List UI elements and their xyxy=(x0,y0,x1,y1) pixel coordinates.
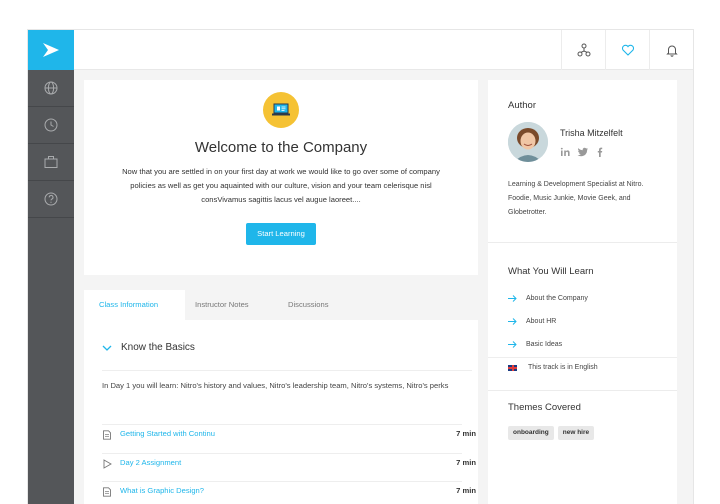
play-icon xyxy=(103,459,112,469)
chevron-down-icon xyxy=(102,345,112,351)
network-button[interactable] xyxy=(561,30,605,70)
author-bio: Learning & Development Specialist at Nit… xyxy=(508,181,644,216)
item-duration: 7 min xyxy=(456,429,476,438)
welcome-card: Welcome to the Company Now that you are … xyxy=(84,80,478,275)
learn-item[interactable]: About the Company xyxy=(508,295,588,302)
tab-instructor-notes[interactable]: Instructor Notes xyxy=(180,290,264,320)
learn-item[interactable]: Basic Ideas xyxy=(508,341,562,348)
learning-outcomes-card: What You Will Learn About the Company Ab… xyxy=(488,242,677,390)
notifications-button[interactable] xyxy=(649,30,693,70)
document-icon xyxy=(103,487,111,497)
globe-icon xyxy=(44,81,58,95)
author-heading: Author xyxy=(508,100,536,111)
section-header[interactable]: Know the Basics xyxy=(102,342,195,353)
themes-card: Themes Covered onboarding new hire xyxy=(488,390,677,504)
section-description: In Day 1 you will learn: Nitro's history… xyxy=(102,370,472,394)
learn-item-label: Basic Ideas xyxy=(526,341,563,348)
learn-item[interactable]: About HR xyxy=(508,318,556,325)
help-icon xyxy=(44,192,58,206)
bell-icon xyxy=(665,45,678,57)
item-duration: 7 min xyxy=(456,486,476,495)
tab-bar: Class Information Instructor Notes Discu… xyxy=(84,290,478,320)
author-card: Author Trisha Mitzelfelt Learning & Deve… xyxy=(488,80,677,243)
item-title[interactable]: Day 2 Assignment xyxy=(120,458,181,467)
linkedin-icon[interactable] xyxy=(560,144,572,156)
facebook-icon[interactable] xyxy=(594,144,606,157)
section-title: Know the Basics xyxy=(121,342,195,353)
learn-item-label: About HR xyxy=(526,318,557,325)
list-item[interactable]: What is Graphic Design? 7 min xyxy=(102,481,476,499)
heart-icon xyxy=(621,44,634,56)
social-links xyxy=(560,144,611,157)
app-window: Welcome to the Company Now that you are … xyxy=(28,30,693,504)
language-note: This track is in English xyxy=(508,364,598,371)
arrow-right-icon xyxy=(508,295,517,302)
logo-arrow-icon xyxy=(43,43,59,57)
uk-flag-icon xyxy=(508,364,517,371)
sidebar xyxy=(28,30,74,504)
twitter-icon[interactable] xyxy=(577,144,589,157)
top-bar xyxy=(74,30,693,70)
arrow-right-icon xyxy=(508,318,517,325)
divider xyxy=(488,357,677,358)
start-learning-button[interactable]: Start Learning xyxy=(246,223,316,245)
avatar[interactable] xyxy=(508,122,548,162)
sidebar-item-help[interactable] xyxy=(28,181,74,218)
briefcase-icon xyxy=(44,156,58,168)
sidebar-item-history[interactable] xyxy=(28,107,74,144)
logo[interactable] xyxy=(28,30,74,70)
arrow-right-icon xyxy=(508,341,517,348)
network-icon xyxy=(577,43,590,57)
sidebar-item-jobs[interactable] xyxy=(28,144,74,181)
tab-class-information[interactable]: Class Information xyxy=(84,290,185,320)
item-title[interactable]: Getting Started with Continu xyxy=(120,429,215,438)
list-item[interactable]: Getting Started with Continu 7 min xyxy=(102,424,476,442)
language-label: This track is in English xyxy=(528,364,598,371)
document-icon xyxy=(103,430,111,440)
author-photo xyxy=(508,122,548,162)
favorites-button[interactable] xyxy=(605,30,649,70)
clock-icon xyxy=(44,118,58,132)
tab-discussions[interactable]: Discussions xyxy=(273,290,344,320)
theme-tags: onboarding new hire xyxy=(508,426,598,440)
list-item[interactable]: Day 2 Assignment 7 min xyxy=(102,453,476,471)
welcome-title: Welcome to the Company xyxy=(194,139,368,156)
author-name: Trisha Mitzelfelt xyxy=(560,128,623,138)
welcome-body: Now that you are settled in on your firs… xyxy=(122,167,440,204)
learn-heading: What You Will Learn xyxy=(508,266,594,277)
course-badge xyxy=(263,92,299,128)
tag-chip[interactable]: onboarding xyxy=(508,426,554,440)
item-title[interactable]: What is Graphic Design? xyxy=(120,486,204,495)
themes-heading: Themes Covered xyxy=(508,402,581,413)
lesson-panel: Know the Basics In Day 1 you will learn:… xyxy=(84,320,478,504)
tag-chip[interactable]: new hire xyxy=(557,426,595,440)
learn-item-label: About the Company xyxy=(526,295,588,302)
laptop-icon xyxy=(272,103,290,116)
sidebar-item-globe[interactable] xyxy=(28,70,74,107)
item-duration: 7 min xyxy=(456,458,476,467)
